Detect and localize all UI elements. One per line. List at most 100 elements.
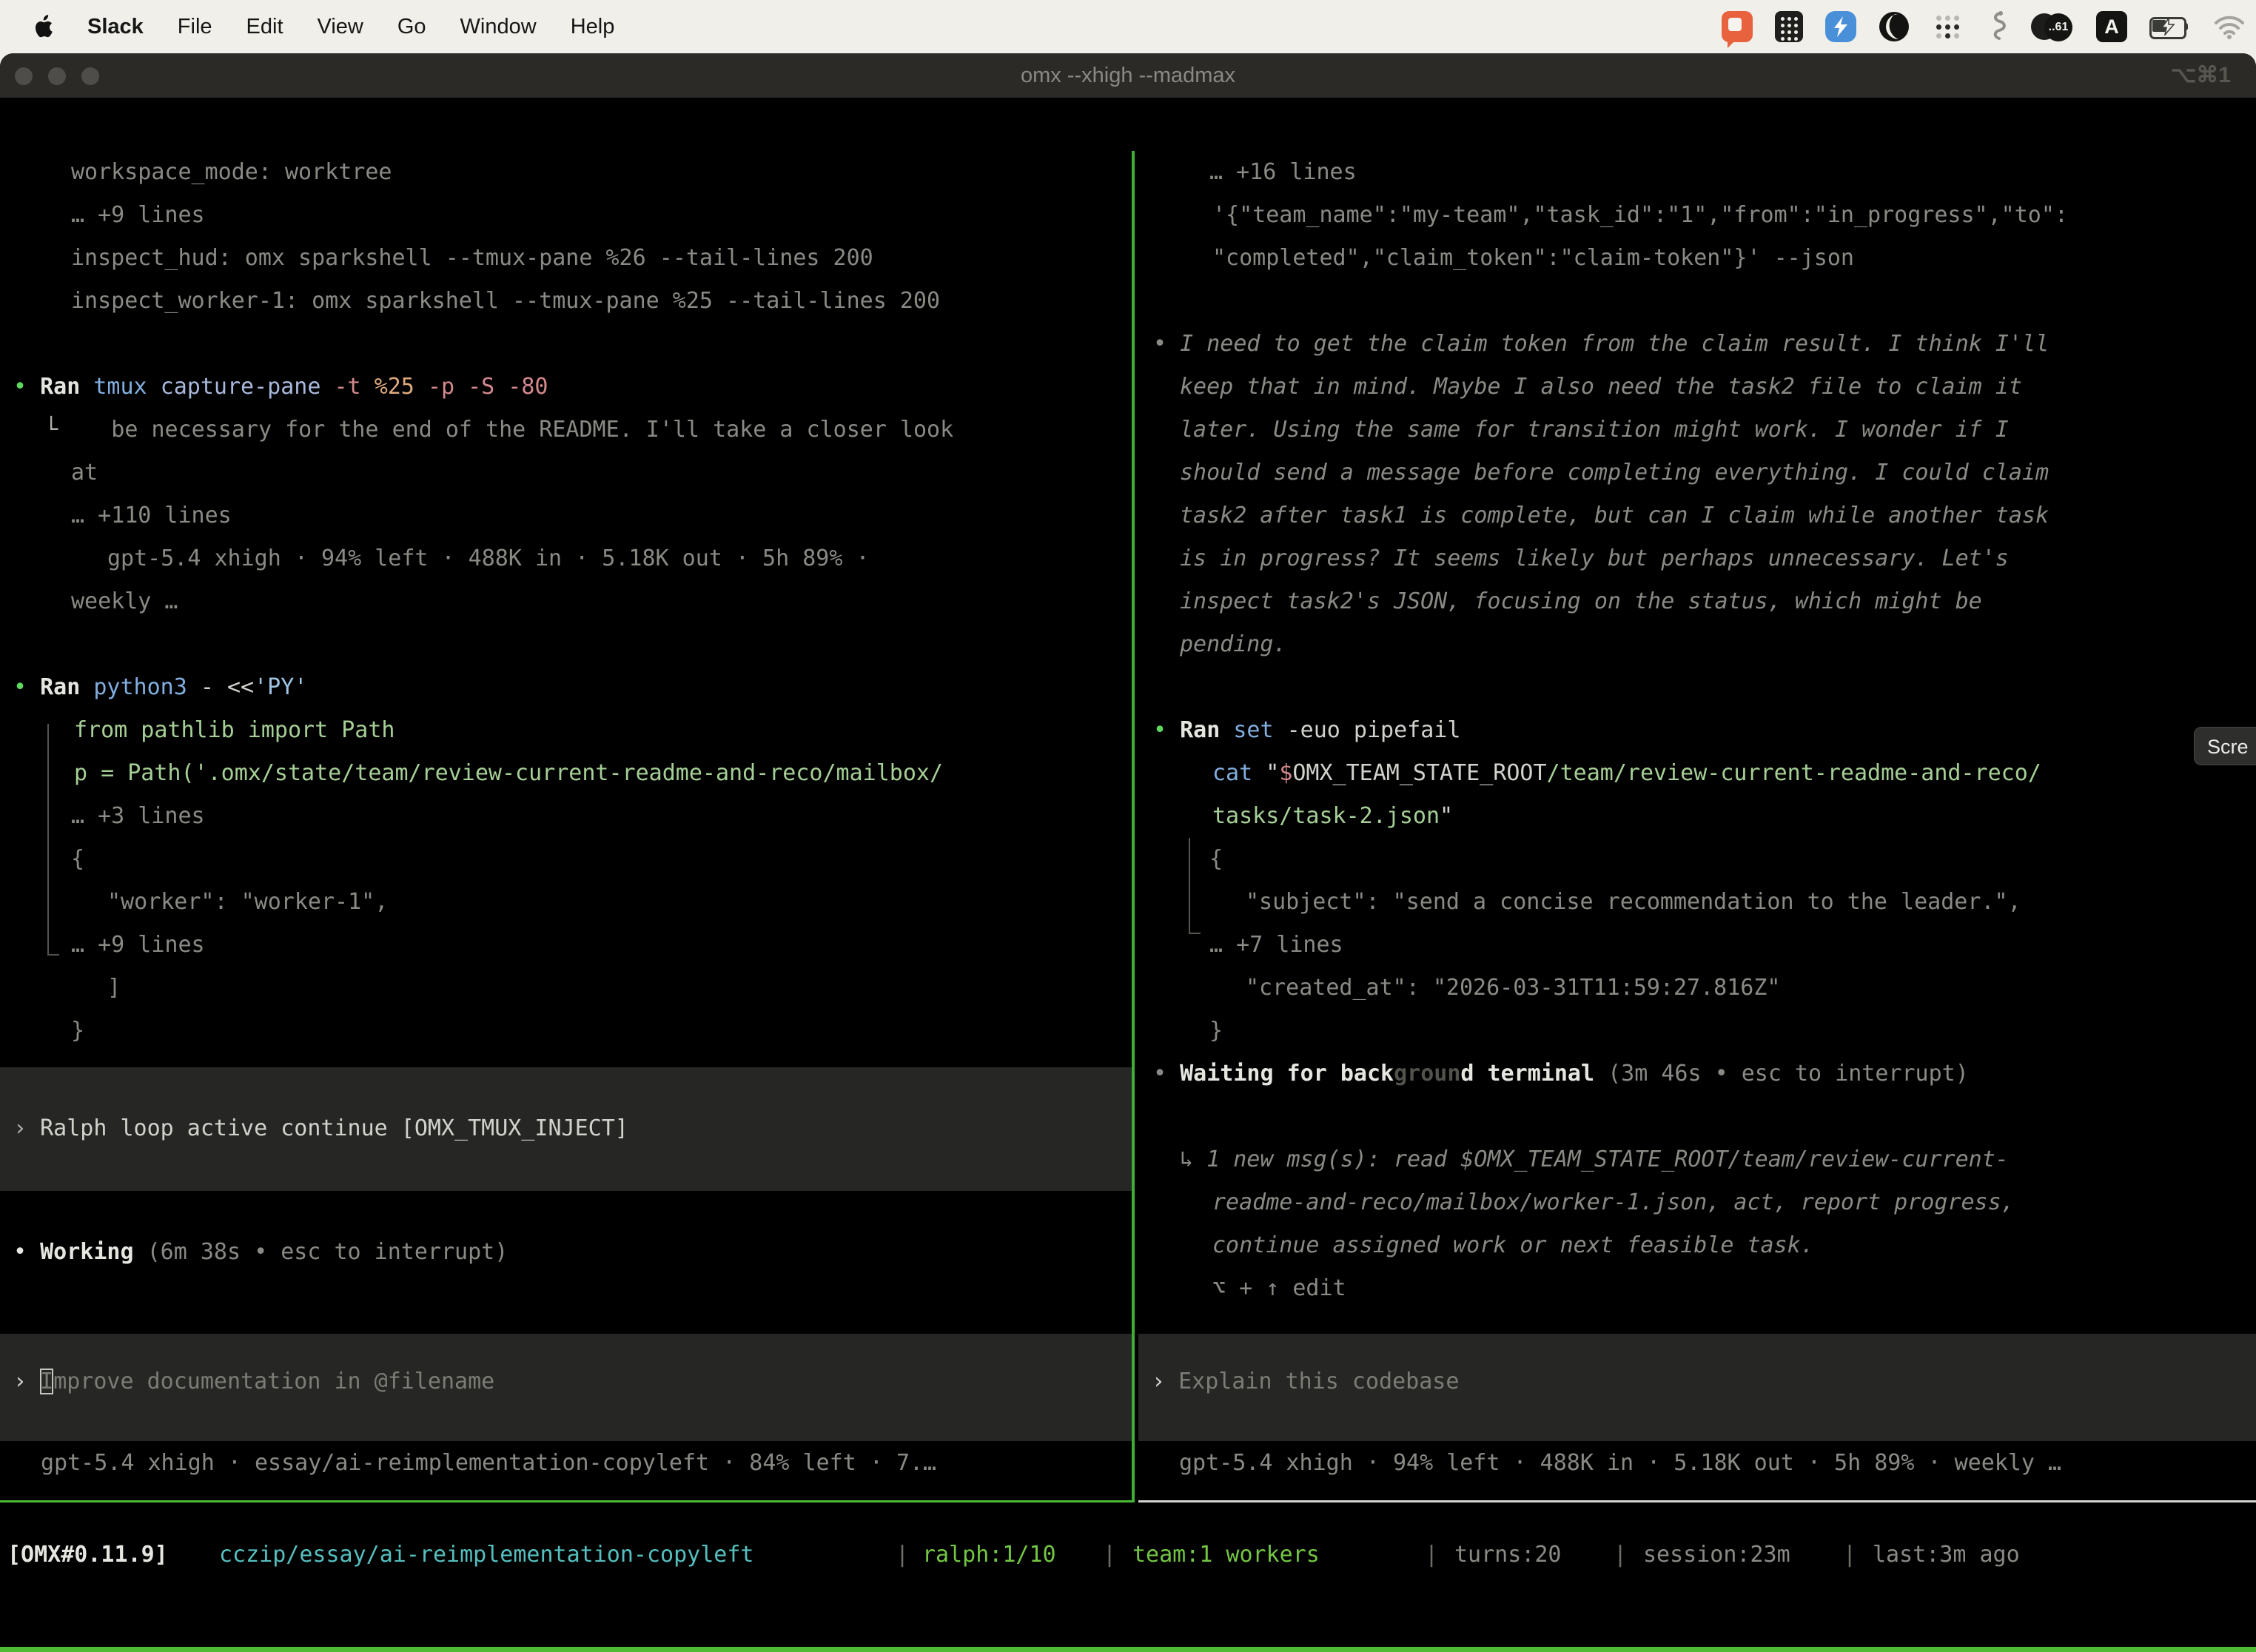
omx-status-segment: | xyxy=(1425,1534,1438,1577)
pane-border-active xyxy=(0,1500,1132,1502)
terminal-line: ⌥ + ↑ edit xyxy=(1212,1267,1346,1310)
terminal-line: └ be necessary for the end of the README… xyxy=(44,409,953,451)
battery-percent-badge-icon[interactable]: ..61 xyxy=(2031,11,2074,42)
tree-connector-corner xyxy=(47,954,59,956)
terminal-line: … +9 lines xyxy=(71,924,205,967)
terminal-line: workspace_mode: worktree xyxy=(71,151,392,194)
terminal-line: inspect_worker-1: omx sparkshell --tmux-… xyxy=(71,280,940,323)
menu-item-go[interactable]: Go xyxy=(397,15,426,39)
terminal-line: weekly … xyxy=(71,580,178,623)
omx-status-segment: | xyxy=(1843,1534,1856,1577)
window-shortcut-hint: ⌥⌘1 xyxy=(2171,53,2231,98)
terminal-line: "worker": "worker-1", xyxy=(107,881,388,924)
squiggle-icon[interactable] xyxy=(1985,10,2009,43)
terminal-line: • Ran tmux capture-pane -t %25 -p -S -80 xyxy=(13,366,548,409)
omx-status-segment: team:1 workers xyxy=(1132,1534,1320,1577)
omx-status-segment: turns:20 xyxy=(1454,1534,1562,1577)
menu-item-edit[interactable]: Edit xyxy=(246,15,283,39)
terminal-line: ↳ 1 new msg(s): read $OMX_TEAM_STATE_ROO… xyxy=(1180,1138,2009,1181)
omx-status-segment: cczip/essay/ai-reimplementation-copyleft xyxy=(219,1534,753,1577)
terminal-line: • I need to get the claim token from the… xyxy=(1153,323,2049,366)
terminal-line: • Ran set -euo pipefail xyxy=(1153,709,1460,752)
prompt-input-right: › Explain this codebase xyxy=(1152,1360,1459,1403)
terminal-line: task2 after task1 is complete, but can I… xyxy=(1180,494,2049,537)
menu-item-view[interactable]: View xyxy=(318,15,363,39)
terminal-line: "completed","claim_token":"claim-token"}… xyxy=(1212,237,1854,280)
pane-border-inactive xyxy=(1138,1500,2256,1502)
terminal-line: … +16 lines xyxy=(1209,151,1357,194)
tree-connector-line xyxy=(47,724,49,956)
screen: { "menu_bar": { "items": [ {"label": "Sl… xyxy=(0,0,2256,1652)
tmux-pane-divider[interactable] xyxy=(1132,151,1135,1502)
omx-status-segment: session:23m xyxy=(1643,1534,1790,1577)
terminal-line: … +110 lines xyxy=(71,494,232,537)
omx-status-segment: | xyxy=(896,1534,909,1577)
terminal-line: } xyxy=(71,1010,84,1052)
model-status-left: gpt-5.4 xhigh · essay/ai-reimplementatio… xyxy=(41,1442,936,1485)
terminal-line: inspect_hud: omx sparkshell --tmux-pane … xyxy=(71,237,873,280)
terminal-line: continue assigned work or next feasible … xyxy=(1212,1224,1814,1267)
terminal-line: from pathlib import Path xyxy=(74,709,395,752)
menu-item-file[interactable]: File xyxy=(178,15,212,39)
terminal-line: … +3 lines xyxy=(71,795,205,838)
menu-item-help[interactable]: Help xyxy=(571,15,615,39)
terminal-line: at xyxy=(71,451,98,494)
terminal-line: pending. xyxy=(1180,623,1287,666)
battery-icon[interactable] xyxy=(2149,16,2191,37)
working-status: • Working (6m 38s • esc to interrupt) xyxy=(13,1231,508,1274)
tree-connector-line xyxy=(1189,838,1190,933)
keyboard-icon[interactable] xyxy=(1775,11,1803,42)
terminal-line: keep that in mind. Maybe I also need the… xyxy=(1180,366,2022,409)
terminal-line: is in progress? It seems likely but perh… xyxy=(1180,537,2009,580)
omx-status-segment: last:3m ago xyxy=(1873,1534,2020,1577)
terminal-line: "created_at": "2026-03-31T11:59:27.816Z" xyxy=(1246,967,1780,1010)
wifi-icon[interactable] xyxy=(2213,14,2246,39)
omx-status-line: [OMX#0.11.9] cczip/essay/ai-reimplementat… xyxy=(0,1534,2256,1577)
omx-status-segment: | xyxy=(1614,1534,1627,1577)
omx-status-segment: | xyxy=(1103,1534,1116,1577)
chat-app-icon[interactable] xyxy=(1722,11,1753,42)
assistant-app-icon[interactable]: A xyxy=(2096,11,2127,42)
terminal-line: { xyxy=(71,838,84,881)
window-title: omx --xhigh --madmax xyxy=(0,53,2256,98)
menu-item-window[interactable]: Window xyxy=(460,15,537,39)
terminal-line: gpt-5.4 xhigh · 94% left · 488K in · 5.1… xyxy=(107,537,870,580)
dots-grid-icon[interactable] xyxy=(1932,11,1963,42)
terminal-line: inspect task2's JSON, focusing on the st… xyxy=(1180,580,1982,623)
omx-status-segment: ralph:1/10 xyxy=(922,1534,1056,1577)
tmux-pane-left[interactable]: workspace_mode: worktree… +9 linesinspec… xyxy=(0,151,1132,1652)
omx-status-segment: [OMX#0.11.9] xyxy=(7,1534,168,1577)
terminal-line: … +9 lines xyxy=(71,194,205,237)
screen-tooltip: Scre xyxy=(2194,727,2256,765)
terminal-line: • Ran python3 - <<'PY' xyxy=(13,666,307,709)
terminal-window: omx --xhigh --madmax ⌥⌘1 workspace_mode:… xyxy=(0,53,2256,1652)
terminal-line: cat "$OMX_TEAM_STATE_ROOT/team/review-cu… xyxy=(1212,752,2041,795)
terminal-line: readme-and-reco/mailbox/worker-1.json, a… xyxy=(1212,1181,2015,1224)
menu-item-app[interactable]: Slack xyxy=(87,15,144,39)
waiting-status: • Waiting for background terminal (3m 46… xyxy=(1153,1052,1969,1095)
terminal-line: … +7 lines xyxy=(1209,924,1343,967)
terminal-line: "subject": "send a concise recommendatio… xyxy=(1246,881,2021,924)
crescent-icon[interactable] xyxy=(1879,11,1910,42)
ralph-status-line: › Ralph loop active continue [OMX_TMUX_I… xyxy=(13,1107,628,1150)
terminal-line: later. Using the same for transition mig… xyxy=(1180,409,2009,451)
tmux-window-tab[interactable]: [omx-cczip0:bash* xyxy=(6,1647,233,1652)
apple-menu-icon[interactable] xyxy=(34,15,53,38)
model-status-right: gpt-5.4 xhigh · 94% left · 488K in · 5.1… xyxy=(1179,1442,2061,1485)
tmux-pane-right[interactable]: … +16 lines'{"team_name":"my-team","task… xyxy=(1138,151,2256,1652)
terminal-line: should send a message before completing … xyxy=(1180,451,2049,494)
tree-connector-corner xyxy=(1189,933,1201,934)
terminal-line: { xyxy=(1209,838,1223,881)
badge-count: ..61 xyxy=(2044,13,2072,41)
window-title-bar: omx --xhigh --madmax ⌥⌘1 xyxy=(0,53,2256,98)
tmux-host-clock: "MacBook-Pro-44.local" 05:03 31-Mar-26 xyxy=(1742,1647,2250,1652)
terminal-line: tasks/task-2.json" xyxy=(1212,795,1453,838)
terminal-line: p = Path('.omx/state/team/review-current… xyxy=(74,752,943,795)
menu-bar: Slack File Edit View Go Window Help ..61… xyxy=(0,0,2256,53)
terminal-line: ] xyxy=(107,967,121,1010)
terminal-line: '{"team_name":"my-team","task_id":"1","f… xyxy=(1212,194,2068,237)
prompt-input-left: › Improve documentation in @filename xyxy=(13,1360,494,1403)
terminal-line: } xyxy=(1209,1010,1223,1052)
tmux-status-bar: [omx-cczip0:bash* "MacBook-Pro-44.local"… xyxy=(0,1647,2256,1652)
lightning-app-icon[interactable] xyxy=(1825,11,1856,42)
